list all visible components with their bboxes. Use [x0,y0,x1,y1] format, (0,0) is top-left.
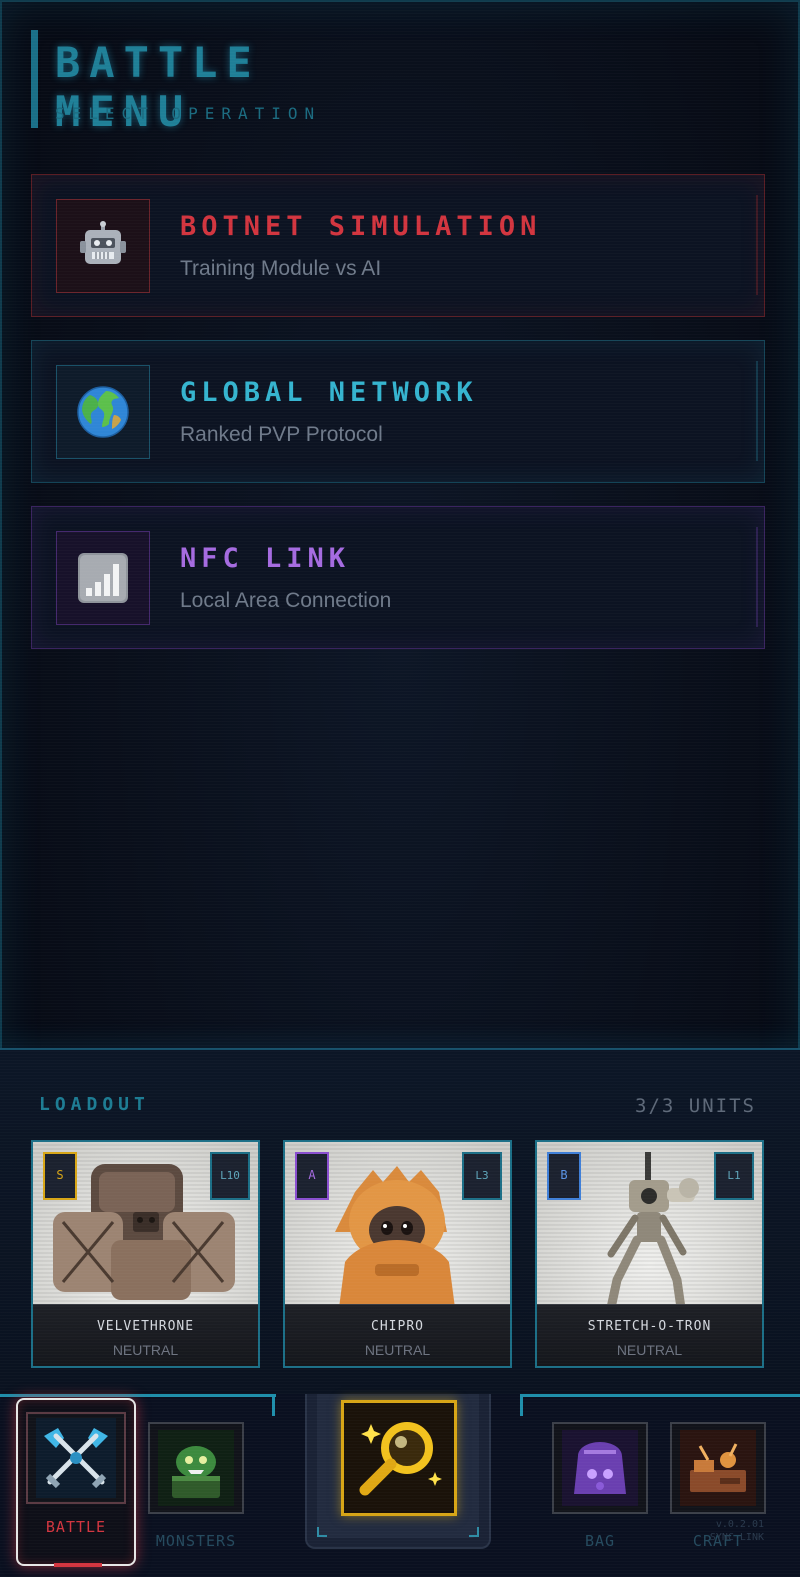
mode-description: Ranked PVP Protocol [180,423,383,446]
mode-description: Local Area Connection [180,589,392,612]
mode-description: Training Module vs AI [180,257,382,280]
loadout-label: LOADOUT [39,1094,150,1115]
unit-info: CHIPRO NEUTRAL [285,1304,510,1366]
nav-label: BAG [584,1532,616,1550]
crafting-table-icon [670,1422,766,1514]
nav-monsters[interactable]: MONSTERS [146,1422,246,1550]
unit-card-chipro[interactable]: A L3 CHIPRO NEUTRAL [283,1140,512,1368]
active-indicator [54,1563,102,1567]
center-action-slot [305,1394,491,1549]
bag-icon [552,1422,648,1514]
robot-icon [56,199,150,293]
rank-badge: S [43,1152,77,1200]
bottom-nav: BATTLE MONSTERS BAG CRAFT v.0.2.01 SYNC … [0,1394,800,1577]
level-badge: L1 [714,1152,754,1200]
unit-card-velvethrone[interactable]: S L10 VELVETHRONE NEUTRAL [31,1140,260,1368]
loadout-count: 3/3 UNITS [635,1095,756,1117]
unit-info: STRETCH-O-TRON NEUTRAL [537,1304,762,1366]
rank-badge: A [295,1152,329,1200]
nav-bag[interactable]: BAG [550,1422,650,1550]
unit-type: NEUTRAL [616,1342,683,1358]
page-subtitle: SELECT OPERATION [55,104,322,123]
rank-badge: B [547,1152,581,1200]
nav-label: BATTLE [45,1518,107,1536]
header-accent-bar [31,30,38,128]
mode-title: BOTNET SIMULATION [180,211,542,242]
magnifier-icon[interactable] [341,1400,457,1516]
mode-title: GLOBAL NETWORK [180,377,478,408]
mode-title: NFC LINK [180,543,351,574]
nav-battle[interactable]: BATTLE [16,1398,136,1567]
signal-bars-icon [56,531,150,625]
unit-name: CHIPRO [371,1319,424,1334]
monster-chest-icon [148,1422,244,1514]
version-label: v.0.2.01 SYNC LINK [709,1519,764,1543]
unit-type: NEUTRAL [112,1342,179,1358]
crossed-swords-dragon-icon [26,1412,126,1504]
level-badge: L10 [210,1152,250,1200]
unit-card-stretch-o-tron[interactable]: B L1 STRETCH-O-TRON NEUTRAL [535,1140,764,1368]
mode-nfc-link[interactable]: NFC LINK Local Area Connection [31,506,765,649]
loadout-panel: LOADOUT 3/3 UNITS S L10 VELVETHRONE NEUT… [0,1048,800,1394]
page-header: BATTLE MENU SELECT OPERATION [31,30,431,136]
mode-botnet-simulation[interactable]: BOTNET SIMULATION Training Module vs AI [31,174,765,317]
globe-icon [56,365,150,459]
unit-type: NEUTRAL [364,1342,431,1358]
mode-global-network[interactable]: GLOBAL NETWORK Ranked PVP Protocol [31,340,765,483]
level-badge: L3 [462,1152,502,1200]
unit-name: STRETCH-O-TRON [587,1319,712,1334]
unit-name: VELVETHRONE [96,1319,195,1334]
unit-info: VELVETHRONE NEUTRAL [33,1304,258,1366]
nav-label: MONSTERS [155,1532,237,1550]
